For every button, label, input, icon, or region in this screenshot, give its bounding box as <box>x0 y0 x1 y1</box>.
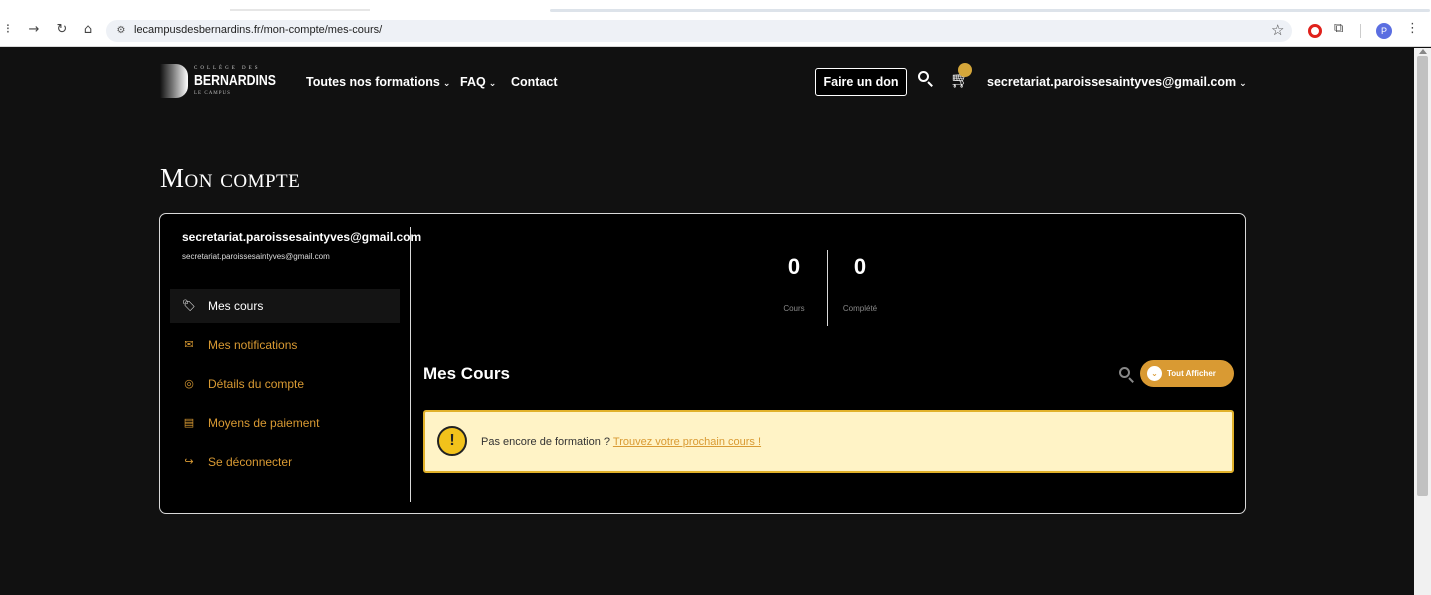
logo-top-text: COLLÈGE DES <box>194 66 261 71</box>
warning-icon: ! <box>437 426 467 456</box>
site-logo[interactable]: COLLÈGE DES BERNARDINS LE CAMPUS <box>160 64 280 100</box>
chevron-down-icon: ⌄ <box>488 79 497 89</box>
nav-formations[interactable]: Toutes nos formations ⌄ <box>306 75 450 89</box>
site-info-icon[interactable]: ⚙ <box>114 24 128 38</box>
profile-avatar[interactable]: P <box>1376 23 1392 39</box>
show-all-filter-button[interactable]: ⌄ Tout Afficher <box>1140 360 1234 387</box>
course-search-icon[interactable] <box>1118 366 1136 384</box>
browser-menu-icon[interactable]: ⋮ <box>1406 21 1419 36</box>
credit-card-icon: ▤ <box>183 416 195 429</box>
sidebar-item-account-details[interactable]: ◎ Détails du compte <box>170 367 400 401</box>
bookmark-star-icon[interactable]: ☆ <box>1271 21 1284 39</box>
sidebar-item-label: Mes notifications <box>208 338 298 352</box>
sidebar-item-label: Moyens de paiement <box>208 416 320 430</box>
sidebar-item-label: Mes cours <box>208 299 264 313</box>
scrollbar-thumb[interactable] <box>1417 56 1428 496</box>
notice-message: Pas encore de formation ? <box>481 436 611 448</box>
stat-courses: 0 Cours <box>764 254 824 313</box>
notice-text: Pas encore de formation ? Trouvez votre … <box>481 436 761 448</box>
cart-badge <box>958 63 972 77</box>
sidebar-item-payment-methods[interactable]: ▤ Moyens de paiement <box>170 406 400 440</box>
browser-toolbar: ⁝ → ↻ ⌂ ⚙ lecampusdesbernardins.fr/mon-c… <box>0 0 1431 47</box>
stat-courses-value: 0 <box>787 254 801 279</box>
scroll-up-icon[interactable] <box>1419 49 1427 54</box>
reload-icon[interactable]: ↻ <box>54 22 70 38</box>
empty-courses-notice: ! Pas encore de formation ? Trouvez votr… <box>423 410 1234 473</box>
extensions-icon[interactable]: ⧉ <box>1334 21 1343 36</box>
sidebar-item-logout[interactable]: ↪ Se déconnecter <box>170 445 400 479</box>
user-menu-email: secretariat.paroissesaintyves@gmail.com <box>987 75 1237 89</box>
logo-b-mark <box>160 64 188 98</box>
tab-strip-active <box>550 9 1430 12</box>
courses-heading: Mes Cours <box>423 364 510 383</box>
account-sidebar: secretariat.paroissesaintyves@gmail.com … <box>160 214 421 513</box>
account-username: secretariat.paroissesaintyves@gmail.com <box>182 230 422 244</box>
forward-icon[interactable]: → <box>26 22 42 38</box>
stat-completed-label: Complété <box>842 304 878 313</box>
sidebar-item-mes-cours[interactable]: 🏷︎ Mes cours <box>170 289 400 323</box>
chevron-down-icon: ⌄ <box>1147 366 1162 381</box>
nav-faq[interactable]: FAQ ⌄ <box>460 75 496 89</box>
filter-label: Tout Afficher <box>1167 369 1216 378</box>
chevron-down-icon: ⌄ <box>442 79 451 89</box>
sidebar-divider <box>410 227 411 502</box>
toolbar-separator <box>1360 24 1361 38</box>
donate-button[interactable]: Faire un don <box>815 68 907 96</box>
tag-icon: 🏷︎ <box>182 299 196 312</box>
url-text[interactable]: lecampusdesbernardins.fr/mon-compte/mes-… <box>134 24 382 36</box>
mail-icon: ✉ <box>184 338 194 351</box>
nav-contact[interactable]: Contact <box>511 75 558 89</box>
scrollbar[interactable] <box>1414 48 1431 595</box>
sidebar-toggle-icon[interactable]: ⁝ <box>0 22 16 38</box>
user-circle-icon: ◎ <box>184 377 194 390</box>
find-course-link[interactable]: Trouvez votre prochain cours ! <box>613 436 761 448</box>
logo-brand-text: BERNARDINS <box>194 72 277 89</box>
sidebar-item-label: Se déconnecter <box>208 455 293 469</box>
stat-completed: 0 Complété <box>830 254 890 313</box>
address-bar[interactable]: ⚙ lecampusdesbernardins.fr/mon-compte/me… <box>106 20 1292 42</box>
account-panel: secretariat.paroissesaintyves@gmail.com … <box>159 213 1246 514</box>
nav-contact-label: Contact <box>511 75 558 89</box>
opera-extension-icon[interactable] <box>1308 24 1322 38</box>
search-icon[interactable] <box>917 70 935 88</box>
sidebar-item-label: Détails du compte <box>208 377 305 391</box>
chevron-down-icon: ⌄ <box>1239 79 1247 89</box>
nav-faq-label: FAQ <box>460 75 486 89</box>
account-email: secretariat.paroissesaintyves@gmail.com <box>182 252 330 261</box>
nav-formations-label: Toutes nos formations <box>306 75 440 89</box>
logo-sub-text: LE CAMPUS <box>194 91 231 96</box>
stat-completed-value: 0 <box>853 254 867 279</box>
user-menu[interactable]: secretariat.paroissesaintyves@gmail.com ⌄ <box>987 75 1247 89</box>
stat-courses-label: Cours <box>783 304 805 313</box>
sidebar-item-notifications[interactable]: ✉ Mes notifications <box>170 328 400 362</box>
page-title: Mon compte <box>160 163 301 193</box>
logout-icon: ↪ <box>184 455 194 468</box>
tab-strip-indicator <box>230 9 370 11</box>
home-icon[interactable]: ⌂ <box>80 22 96 38</box>
stat-separator <box>827 250 828 326</box>
